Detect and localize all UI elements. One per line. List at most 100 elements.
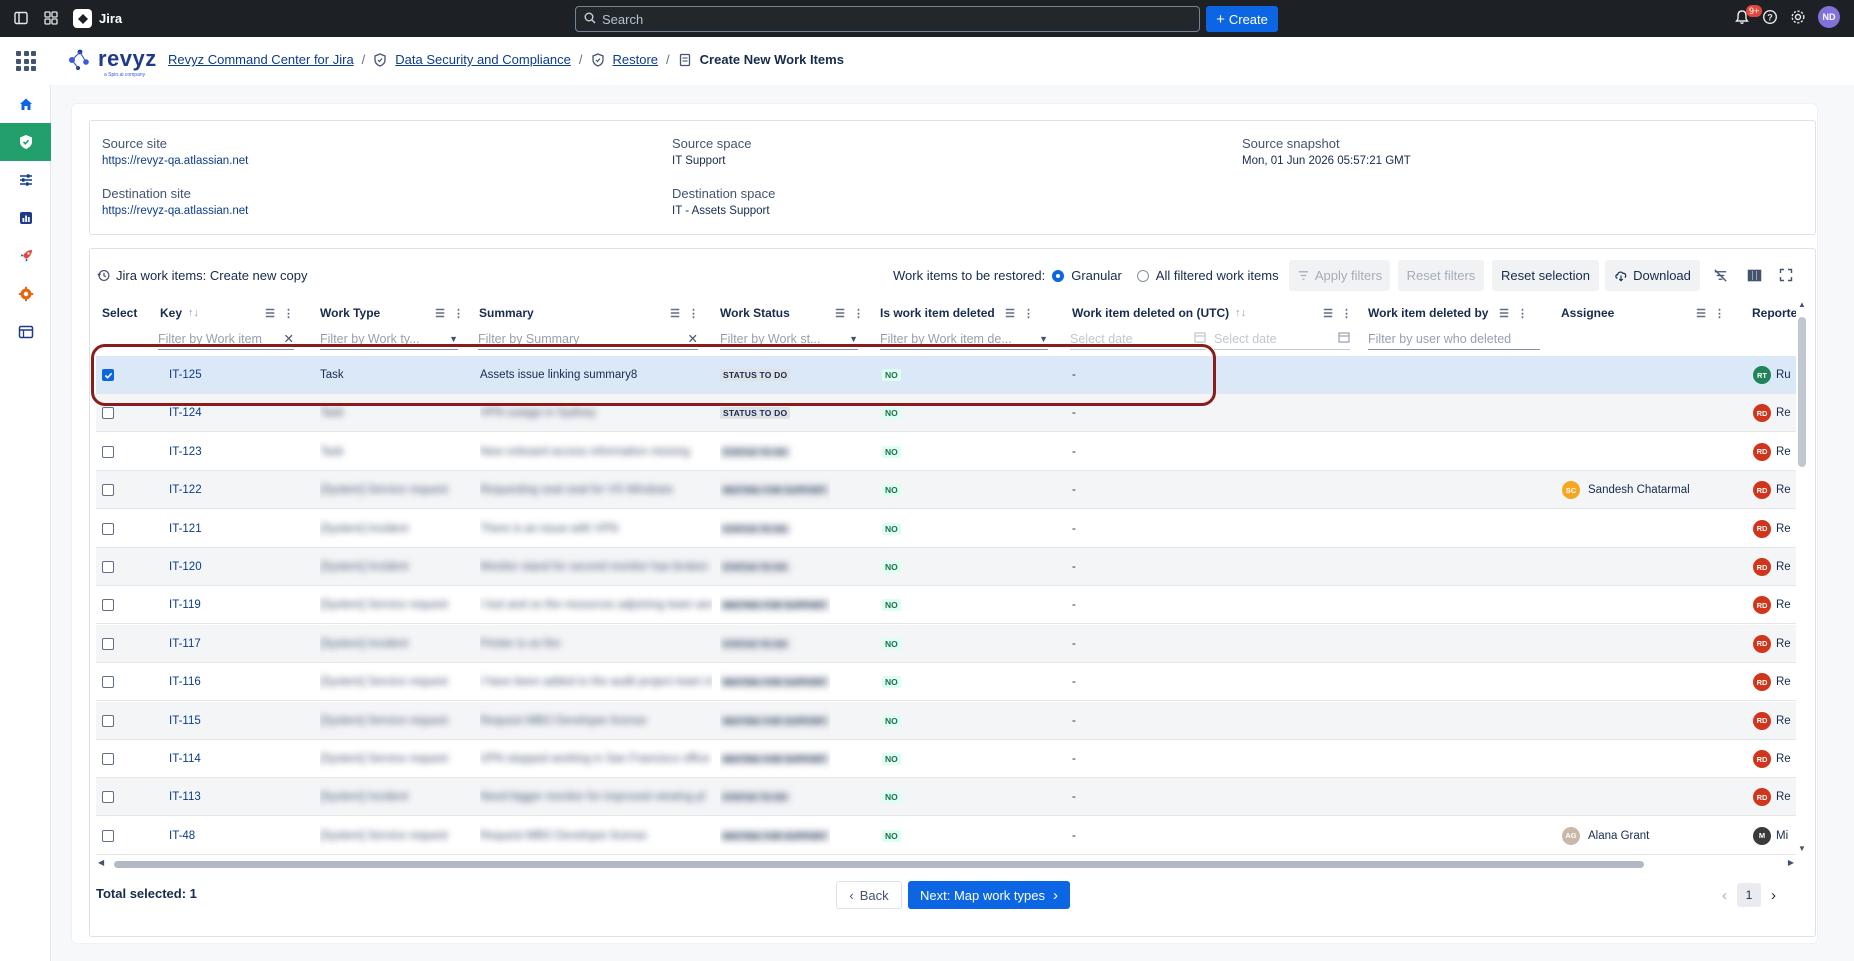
previous-page-icon[interactable]: ‹ <box>1722 887 1727 904</box>
column-header-summary[interactable]: Summary ☰ ⋮ <box>479 298 705 328</box>
column-menu-icon[interactable]: ☰ ⋮ <box>1499 307 1528 320</box>
next-page-icon[interactable]: › <box>1771 887 1776 904</box>
deleted-to-date-input[interactable]: Select date <box>1214 328 1350 350</box>
sidebar-item-settings[interactable] <box>0 275 51 313</box>
work-item-key-link[interactable]: IT-121 <box>169 523 202 535</box>
app-switcher-icon[interactable] <box>44 11 58 25</box>
summary-filter-input[interactable]: Filter by Summary ✕ <box>478 328 698 350</box>
sidebar-toggle-icon[interactable] <box>14 11 28 25</box>
work-item-key-link[interactable]: IT-124 <box>169 407 202 419</box>
work-item-key-link[interactable]: IT-125 <box>169 369 202 381</box>
apply-filters-button[interactable]: Apply filters <box>1289 260 1390 291</box>
column-menu-icon[interactable]: ☰ ⋮ <box>670 307 699 320</box>
table-row[interactable]: IT-119 [System] Service request I lost a… <box>96 586 1796 625</box>
horizontal-scrollbar[interactable]: ◀ ▶ <box>96 858 1796 870</box>
sort-icon[interactable]: ↑↓ <box>188 307 199 319</box>
calendar-icon[interactable] <box>1338 331 1350 346</box>
destination-site-value[interactable]: https://revyz-qa.atlassian.net <box>102 205 248 217</box>
row-select-checkbox[interactable] <box>102 369 114 381</box>
sidebar-item-table-view[interactable] <box>0 313 51 351</box>
table-row[interactable]: IT-122 [System] Service request Requesti… <box>96 471 1796 510</box>
column-header-work-type[interactable]: Work Type ☰ ⋮ <box>320 298 470 328</box>
all-filtered-radio[interactable] <box>1136 269 1149 282</box>
jira-logo[interactable]: Jira <box>73 9 122 28</box>
table-row[interactable]: IT-116 [System] Service request I have b… <box>96 663 1796 702</box>
user-avatar[interactable]: ND <box>1818 6 1840 28</box>
breadcrumb-command-center[interactable]: Revyz Command Center for Jira <box>168 52 354 67</box>
notifications-icon[interactable]: 9+ <box>1734 5 1763 25</box>
row-select-checkbox[interactable] <box>102 407 114 420</box>
table-row[interactable]: IT-123 Task New onboard access informati… <box>96 433 1796 471</box>
column-header-assignee[interactable]: Assignee ☰ ⋮ <box>1561 298 1731 328</box>
key-filter-input[interactable]: Filter by Work item ✕ <box>158 328 294 350</box>
back-button[interactable]: ‹ Back <box>836 881 902 909</box>
column-menu-icon[interactable]: ☰ ⋮ <box>1696 307 1725 320</box>
table-row[interactable]: IT-120 [System] Incident Monitor stand f… <box>96 548 1796 586</box>
column-menu-icon[interactable]: ☰ ⋮ <box>435 307 464 320</box>
row-select-checkbox[interactable] <box>102 599 114 612</box>
deleted-from-date-input[interactable]: Select date <box>1070 328 1206 350</box>
table-row[interactable]: IT-48 [System] Service request Request M… <box>96 817 1796 855</box>
row-select-checkbox[interactable] <box>102 753 114 765</box>
scroll-up-icon[interactable]: ▲ <box>1798 300 1806 309</box>
settings-gear-icon[interactable] <box>1790 9 1806 25</box>
scroll-down-icon[interactable]: ▼ <box>1798 844 1806 853</box>
work-status-filter-select[interactable]: Filter by Work st... ▼ <box>720 328 858 350</box>
work-item-key-link[interactable]: IT-122 <box>169 484 202 496</box>
columns-icon[interactable] <box>1747 268 1762 286</box>
row-select-checkbox[interactable] <box>102 791 114 804</box>
breadcrumb-restore[interactable]: Restore <box>613 52 659 67</box>
search-input[interactable] <box>602 11 1162 27</box>
calendar-icon[interactable] <box>1194 331 1206 346</box>
download-button[interactable]: Download <box>1605 260 1700 291</box>
help-icon[interactable]: ? <box>1762 9 1778 25</box>
page-number-current[interactable]: 1 <box>1737 883 1761 907</box>
search-box[interactable] <box>575 6 1200 32</box>
clear-icon[interactable]: ✕ <box>284 331 294 346</box>
column-header-is-deleted[interactable]: Is work item deleted ☰ ⋮ <box>880 298 1040 328</box>
reset-selection-button[interactable]: Reset selection <box>1492 260 1599 291</box>
work-item-key-link[interactable]: IT-119 <box>169 599 201 611</box>
table-row[interactable]: IT-115 [System] Service request Request … <box>96 701 1796 740</box>
revyz-logo[interactable]: revyz a Spin.ai company <box>64 44 157 78</box>
work-item-key-link[interactable]: IT-120 <box>169 561 202 573</box>
scroll-right-icon[interactable]: ▶ <box>1788 858 1794 867</box>
row-select-checkbox[interactable] <box>102 714 114 727</box>
sidebar-item-home[interactable] <box>0 85 51 123</box>
sort-icon[interactable]: ↑↓ <box>1235 307 1246 319</box>
work-item-key-link[interactable]: IT-116 <box>169 676 201 688</box>
work-item-key-link[interactable]: IT-123 <box>169 446 202 458</box>
table-row[interactable]: IT-117 [System] Incident Printer is on f… <box>96 624 1796 663</box>
granular-radio-label[interactable]: Granular <box>1071 268 1122 283</box>
row-select-checkbox[interactable] <box>102 676 114 689</box>
row-select-checkbox[interactable] <box>102 637 114 650</box>
work-item-key-link[interactable]: IT-115 <box>169 715 201 727</box>
row-select-checkbox[interactable] <box>102 484 114 497</box>
column-header-deleted-by[interactable]: Work item deleted by ☰ ⋮ <box>1368 298 1534 328</box>
work-item-key-link[interactable]: IT-48 <box>169 830 195 842</box>
create-button[interactable]: + Create <box>1206 6 1278 32</box>
column-menu-icon[interactable]: ☰ ⋮ <box>1005 307 1034 320</box>
column-header-reporter[interactable]: Reporte <box>1752 298 1796 328</box>
column-menu-icon[interactable]: ☰ ⋮ <box>835 307 864 320</box>
work-item-key-link[interactable]: IT-114 <box>169 753 201 765</box>
sidebar-item-launch[interactable] <box>0 237 51 275</box>
sidebar-item-reports[interactable] <box>0 199 51 237</box>
row-select-checkbox[interactable] <box>102 445 114 458</box>
column-menu-icon[interactable]: ☰ ⋮ <box>1323 307 1352 320</box>
clear-filters-icon[interactable] <box>1713 268 1728 286</box>
is-deleted-filter-select[interactable]: Filter by Work item de... ▼ <box>880 328 1048 350</box>
table-row[interactable]: IT-113 [System] Incident Need bigger mon… <box>96 778 1796 817</box>
breadcrumb-data-security[interactable]: Data Security and Compliance <box>395 52 571 67</box>
reset-filters-button[interactable]: Reset filters <box>1398 260 1484 291</box>
row-select-checkbox[interactable] <box>102 522 114 535</box>
vertical-scrollbar-thumb[interactable] <box>1798 317 1806 467</box>
table-row[interactable]: IT-124 Task VPN outage in Sydney STATUS … <box>96 394 1796 433</box>
sidebar-item-configuration[interactable] <box>0 161 51 199</box>
column-header-deleted-on[interactable]: Work item deleted on (UTC) ↑↓ ☰ ⋮ <box>1072 298 1358 328</box>
clear-icon[interactable]: ✕ <box>688 331 698 346</box>
next-map-work-types-button[interactable]: Next: Map work types › <box>908 881 1070 909</box>
granular-radio[interactable] <box>1052 269 1065 282</box>
work-item-key-link[interactable]: IT-113 <box>169 791 201 803</box>
column-menu-icon[interactable]: ☰ ⋮ <box>265 307 294 320</box>
